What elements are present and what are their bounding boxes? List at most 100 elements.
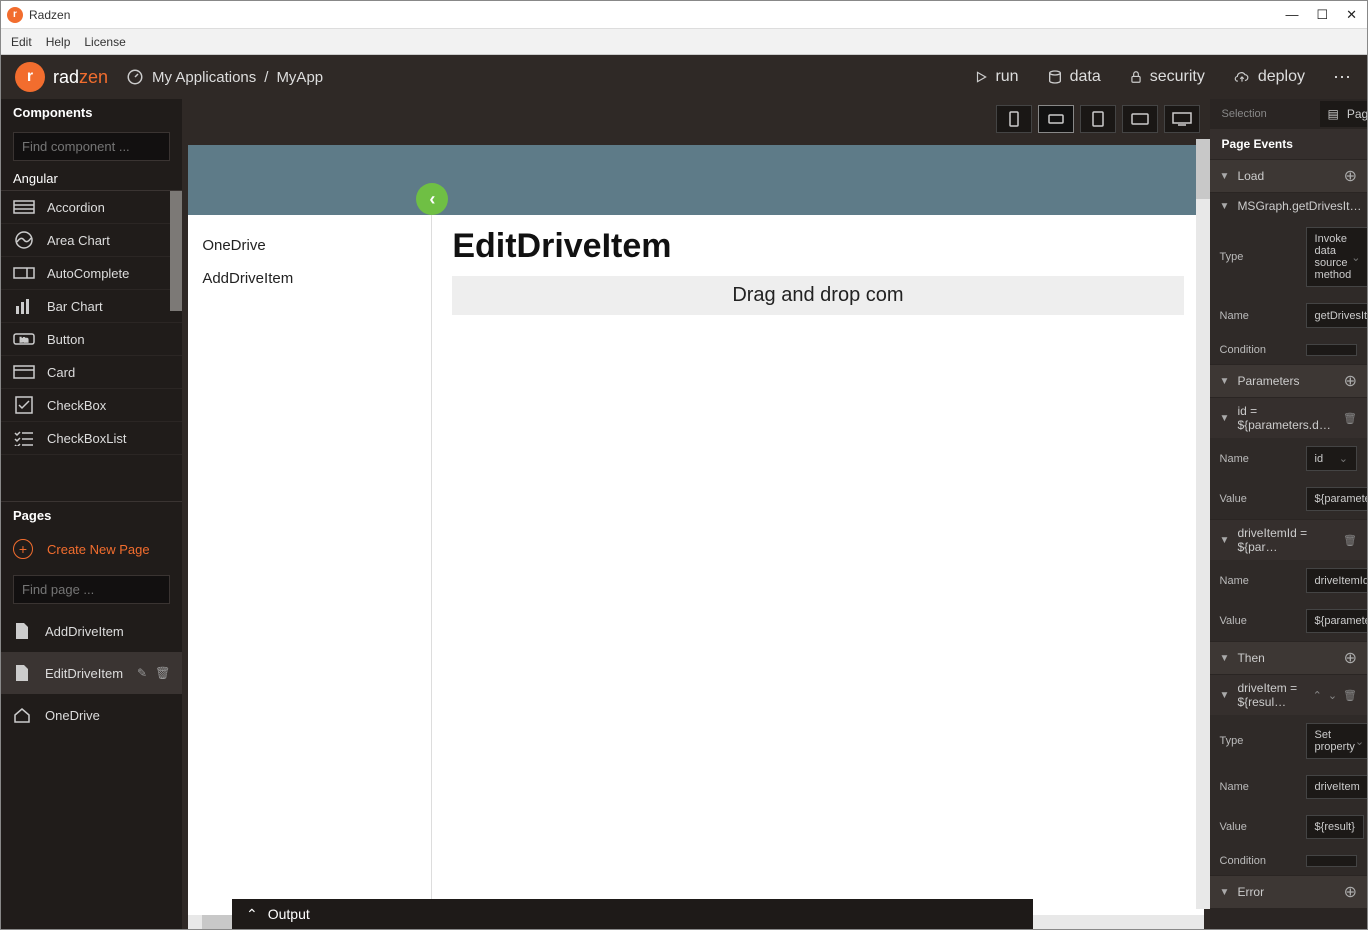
collapse-icon[interactable]: ⌃ bbox=[1313, 689, 1322, 702]
menu-license[interactable]: License bbox=[84, 35, 125, 49]
condition-input[interactable] bbox=[1306, 344, 1357, 356]
param1-name[interactable]: id⌄ bbox=[1306, 446, 1357, 471]
device-phone-portrait[interactable] bbox=[996, 105, 1032, 133]
app-logo-icon: r bbox=[7, 7, 23, 23]
delete-icon[interactable]: 🗑 bbox=[1343, 689, 1357, 702]
checkbox-icon bbox=[13, 397, 35, 413]
device-tablet-landscape[interactable] bbox=[1122, 105, 1158, 133]
device-desktop[interactable] bbox=[1164, 105, 1200, 133]
page-adddriveitem[interactable]: AddDriveItem bbox=[1, 610, 182, 652]
device-tablet-portrait[interactable] bbox=[1080, 105, 1116, 133]
breadcrumb-project[interactable]: MyApp bbox=[276, 69, 323, 86]
close-icon[interactable]: ✕ bbox=[1346, 7, 1357, 23]
component-checkboxlist[interactable]: CheckBoxList bbox=[1, 422, 182, 455]
component-list: Accordion Area Chart AutoComplete Bar Ch… bbox=[1, 191, 182, 501]
then-section[interactable]: ▼ Then ⊕ bbox=[1210, 641, 1367, 674]
run-label: run bbox=[995, 68, 1018, 86]
design-canvas[interactable]: ‹ OneDrive AddDriveItem EditDriveItem Dr… bbox=[188, 145, 1203, 923]
then-driveitem[interactable]: ▼ driveItem = ${resul… ⌃⌄🗑 bbox=[1210, 674, 1367, 715]
brand-text: radzen bbox=[53, 67, 108, 88]
canvas-area: ‹ OneDrive AddDriveItem EditDriveItem Dr… bbox=[182, 99, 1209, 929]
then-value[interactable]: ${result} bbox=[1306, 815, 1364, 839]
pages-header: Pages bbox=[1, 502, 182, 529]
find-page-input[interactable] bbox=[13, 575, 170, 604]
nav-adddriveitem[interactable]: AddDriveItem bbox=[202, 262, 417, 295]
handler-msgraph[interactable]: ▼ MSGraph.getDrivesIt… ⌃⌄🗑 bbox=[1210, 192, 1367, 219]
add-error-icon[interactable]: ⊕ bbox=[1344, 882, 1357, 902]
breadcrumb-sep: / bbox=[264, 69, 268, 86]
security-label: security bbox=[1150, 68, 1205, 86]
event-load[interactable]: ▼ Load ⊕ bbox=[1210, 159, 1367, 192]
component-card[interactable]: Card bbox=[1, 356, 182, 389]
param-id[interactable]: ▼ id = ${parameters.d… 🗑 bbox=[1210, 397, 1367, 438]
run-button[interactable]: run bbox=[974, 68, 1018, 86]
page-heading: EditDriveItem bbox=[452, 227, 1183, 266]
delete-icon[interactable]: 🗑 bbox=[1343, 534, 1357, 547]
menu-help[interactable]: Help bbox=[46, 35, 71, 49]
group-angular[interactable]: Angular bbox=[1, 167, 182, 191]
page-events-header: Page Events bbox=[1210, 129, 1367, 159]
add-then-icon[interactable]: ⊕ bbox=[1344, 648, 1357, 668]
create-page-label: Create New Page bbox=[47, 542, 150, 557]
caret-down-icon: ▼ bbox=[1220, 535, 1230, 546]
then-type[interactable]: Set property⌄ bbox=[1306, 723, 1367, 759]
component-button[interactable]: btnButton bbox=[1, 323, 182, 356]
page-editdriveitem[interactable]: EditDriveItem ✎ 🗑 bbox=[1, 652, 182, 694]
then-cond[interactable] bbox=[1306, 855, 1357, 867]
add-param-icon[interactable]: ⊕ bbox=[1344, 371, 1357, 391]
edit-page-icon[interactable]: ✎ bbox=[137, 666, 147, 680]
error-section[interactable]: ▼ Error ⊕ bbox=[1210, 875, 1367, 908]
parameters-section[interactable]: ▼ Parameters ⊕ bbox=[1210, 364, 1367, 397]
home-icon bbox=[13, 706, 31, 724]
selection-dropdown[interactable]: ▤ Page ×⌄ bbox=[1320, 101, 1367, 127]
more-icon[interactable]: ⋯ bbox=[1333, 67, 1353, 88]
device-phone-landscape[interactable] bbox=[1038, 105, 1074, 133]
find-component-input[interactable] bbox=[13, 132, 170, 161]
component-checkbox[interactable]: CheckBox bbox=[1, 389, 182, 422]
bar-chart-icon bbox=[13, 298, 35, 314]
then-name[interactable]: driveItem bbox=[1306, 775, 1367, 799]
chevron-down-icon[interactable]: ⌄ bbox=[1355, 735, 1364, 748]
type-select[interactable]: Invoke data source method⌄ bbox=[1306, 227, 1367, 287]
chevron-down-icon[interactable]: ⌄ bbox=[1351, 251, 1360, 264]
component-area-chart[interactable]: Area Chart bbox=[1, 224, 182, 257]
param2-value[interactable]: ${parameters.itemId} bbox=[1306, 609, 1367, 633]
file-icon bbox=[13, 622, 31, 640]
maximize-icon[interactable]: ☐ bbox=[1316, 7, 1328, 23]
name-select[interactable]: getDrivesItemsById×⌄ bbox=[1306, 303, 1367, 328]
delete-page-icon[interactable]: 🗑 bbox=[155, 666, 170, 680]
nav-onedrive[interactable]: OneDrive bbox=[202, 229, 417, 262]
output-panel-toggle[interactable]: ⌃ Output bbox=[232, 899, 1033, 929]
gauge-icon bbox=[126, 68, 144, 86]
properties-panel: Selection ▤ Page ×⌄ Page Events ▼ Load ⊕… bbox=[1210, 99, 1367, 929]
canvas-v-scrollbar[interactable] bbox=[1196, 139, 1210, 909]
button-icon: btn bbox=[13, 331, 35, 347]
data-button[interactable]: data bbox=[1047, 68, 1101, 86]
breadcrumb[interactable]: My Applications / MyApp bbox=[126, 68, 323, 86]
security-button[interactable]: security bbox=[1129, 68, 1205, 86]
expand-icon[interactable]: ⌄ bbox=[1328, 689, 1337, 702]
component-accordion[interactable]: Accordion bbox=[1, 191, 182, 224]
add-handler-icon[interactable]: ⊕ bbox=[1344, 166, 1357, 186]
component-bar-chart[interactable]: Bar Chart bbox=[1, 290, 182, 323]
delete-icon[interactable]: 🗑 bbox=[1343, 412, 1357, 425]
minimize-icon[interactable]: — bbox=[1285, 7, 1298, 23]
param2-name[interactable]: driveItemId⌄ bbox=[1306, 568, 1367, 593]
param-driveitemid[interactable]: ▼ driveItemId = ${par… 🗑 bbox=[1210, 519, 1367, 560]
deploy-button[interactable]: deploy bbox=[1233, 68, 1305, 86]
param1-value[interactable]: ${parameters.driveId} bbox=[1306, 487, 1367, 511]
page-onedrive[interactable]: OneDrive bbox=[1, 694, 182, 736]
menu-edit[interactable]: Edit bbox=[11, 35, 32, 49]
chevron-down-icon[interactable]: ⌄ bbox=[1339, 452, 1348, 465]
window-titlebar: r Radzen — ☐ ✕ bbox=[1, 1, 1367, 29]
svg-text:btn: btn bbox=[20, 338, 28, 344]
canvas-header bbox=[188, 145, 1203, 215]
brand[interactable]: r radzen bbox=[15, 62, 108, 92]
drop-zone[interactable]: Drag and drop com bbox=[452, 276, 1183, 315]
component-scrollbar[interactable] bbox=[170, 191, 182, 311]
create-page-button[interactable]: + Create New Page bbox=[1, 529, 182, 569]
canvas-nav: OneDrive AddDriveItem bbox=[188, 215, 432, 923]
caret-down-icon: ▼ bbox=[1220, 376, 1230, 387]
component-autocomplete[interactable]: AutoComplete bbox=[1, 257, 182, 290]
breadcrumb-app[interactable]: My Applications bbox=[152, 69, 256, 86]
